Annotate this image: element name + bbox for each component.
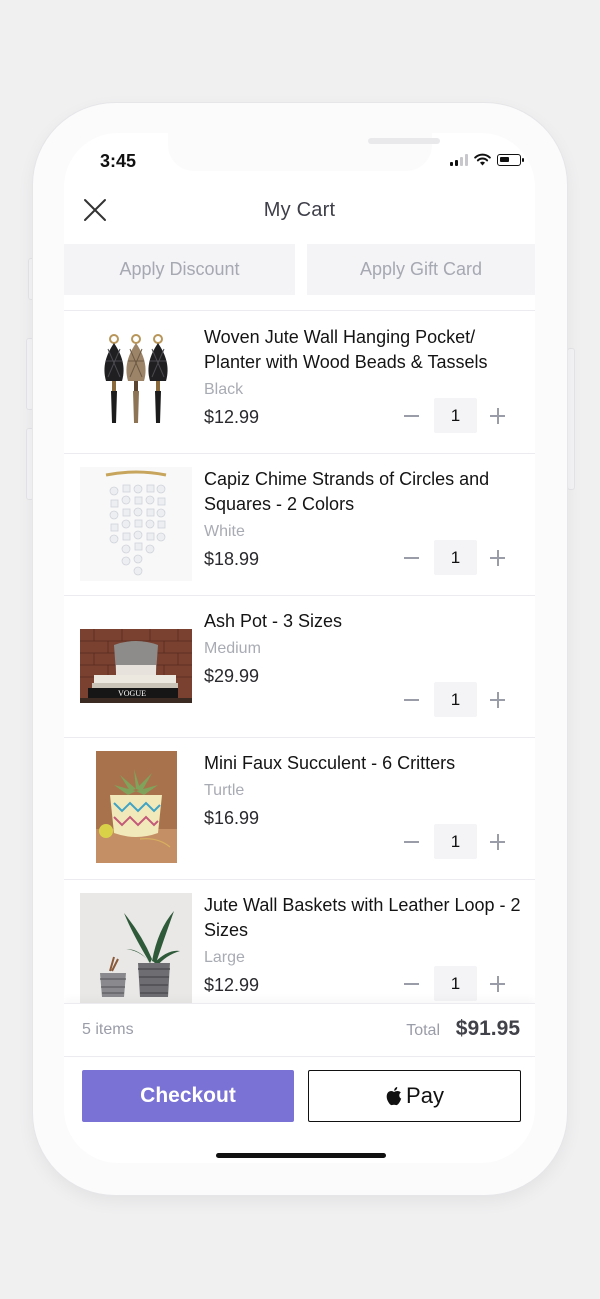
quantity-value: 1 [434, 966, 477, 1001]
checkout-button[interactable]: Checkout [82, 1070, 294, 1122]
decrease-quantity-button[interactable] [396, 398, 428, 433]
phone-screen: 3:45 My Cart Apply Discount Apply Gift C… [64, 133, 535, 1163]
cart-item: VOGUE Ash Pot - 3 Sizes Medium $29.99 1 [64, 595, 535, 738]
product-price: $18.99 [204, 549, 260, 569]
power-button [567, 348, 575, 490]
home-indicator[interactable] [216, 1153, 386, 1158]
product-image [80, 327, 192, 439]
product-variant: Medium [204, 640, 261, 657]
apply-discount-button[interactable]: Apply Discount [64, 244, 295, 295]
apple-pay-label: Pay [406, 1083, 444, 1108]
decrease-quantity-button[interactable] [396, 540, 428, 575]
product-variant: Black [204, 381, 244, 398]
quantity-value: 1 [434, 540, 477, 575]
speaker-grille [368, 138, 440, 144]
product-image [80, 893, 192, 1004]
item-count: 5 items [82, 1021, 134, 1038]
product-name[interactable]: Woven Jute Wall Hanging Pocket/ Planter … [204, 325, 524, 375]
cart-header: My Cart [64, 185, 535, 241]
product-price: $16.99 [204, 808, 260, 828]
quantity-stepper: 1 [396, 540, 514, 575]
decrease-quantity-button[interactable] [396, 966, 428, 1001]
quantity-stepper: 1 [396, 966, 514, 1001]
cart-summary: 5 items Total $91.95 [64, 1003, 535, 1057]
product-name[interactable]: Ash Pot - 3 Sizes [204, 609, 524, 634]
notch [168, 133, 440, 171]
signal-icon [450, 153, 468, 166]
increase-quantity-button[interactable] [482, 398, 514, 433]
cart-item-list[interactable]: Woven Jute Wall Hanging Pocket/ Planter … [64, 310, 535, 1004]
increase-quantity-button[interactable] [482, 966, 514, 1001]
status-icons [450, 153, 524, 166]
cart-item: Capiz Chime Strands of Circles and Squar… [64, 453, 535, 596]
quantity-stepper: 1 [396, 682, 514, 717]
quantity-value: 1 [434, 682, 477, 717]
battery-icon [497, 153, 524, 166]
quantity-value: 1 [434, 398, 477, 433]
product-name[interactable]: Mini Faux Succulent - 6 Critters [204, 751, 524, 776]
page-title: My Cart [263, 199, 336, 221]
product-name[interactable]: Capiz Chime Strands of Circles and Squar… [204, 467, 524, 517]
status-time: 3:45 [100, 151, 137, 171]
wifi-icon [474, 153, 491, 166]
cart-item: Jute Wall Baskets with Leather Loop - 2 … [64, 879, 535, 1004]
product-image: VOGUE [80, 629, 192, 703]
product-price: $29.99 [204, 666, 260, 686]
product-image [96, 751, 177, 863]
apple-pay-button[interactable]: Pay [308, 1070, 521, 1122]
product-image [80, 467, 192, 581]
total-label: Total [406, 1022, 440, 1039]
cart-item: Woven Jute Wall Hanging Pocket/ Planter … [64, 311, 535, 454]
product-variant: White [204, 523, 245, 540]
quantity-stepper: 1 [396, 398, 514, 433]
quantity-value: 1 [434, 824, 477, 859]
increase-quantity-button[interactable] [482, 540, 514, 575]
product-variant: Turtle [204, 782, 245, 799]
decrease-quantity-button[interactable] [396, 824, 428, 859]
total-value: $91.95 [455, 1017, 520, 1040]
product-price: $12.99 [204, 407, 260, 427]
apply-gift-card-button[interactable]: Apply Gift Card [307, 244, 535, 295]
decrease-quantity-button[interactable] [396, 682, 428, 717]
quantity-stepper: 1 [396, 824, 514, 859]
product-price: $12.99 [204, 975, 260, 995]
product-name[interactable]: Jute Wall Baskets with Leather Loop - 2 … [204, 893, 524, 943]
increase-quantity-button[interactable] [482, 824, 514, 859]
product-variant: Large [204, 949, 245, 966]
apple-logo-icon [386, 1086, 402, 1105]
increase-quantity-button[interactable] [482, 682, 514, 717]
book-spine-text: VOGUE [118, 689, 146, 698]
cart-item: Mini Faux Succulent - 6 Critters Turtle … [64, 737, 535, 880]
